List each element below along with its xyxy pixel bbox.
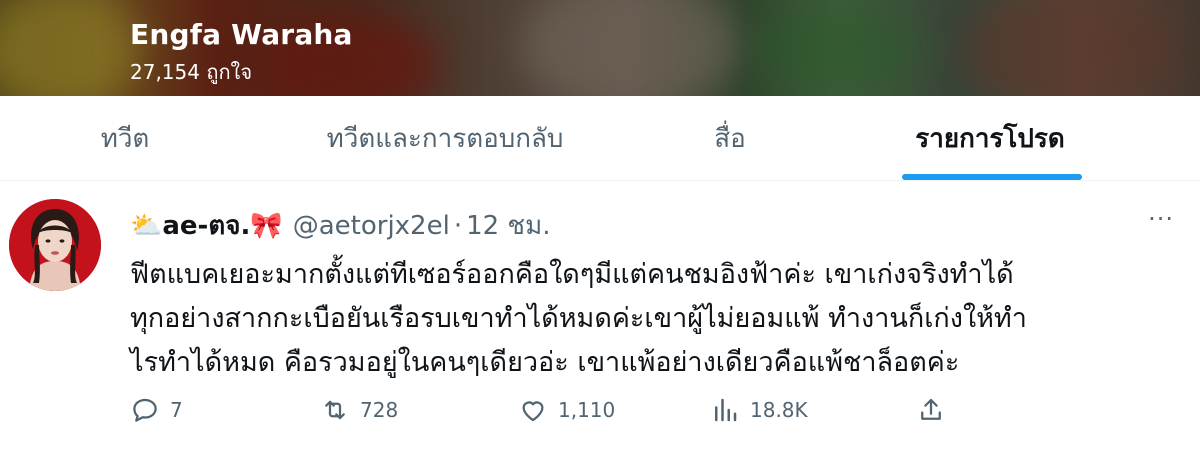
tweet-author-line: ⛅ae-ตจ.🎀 @aetorjx2el · 12 ชม. (130, 205, 550, 246)
like-count: 1,110 (558, 398, 616, 422)
tweet-text-line: ฟีตแบคเยอะมากตั้งแต่ทีเซอร์ออกคือใดๆมีแต… (130, 259, 1014, 290)
share-icon (921, 398, 941, 420)
avatar-image (9, 199, 101, 291)
views-button[interactable]: 18.8K (710, 395, 808, 425)
views-count: 18.8K (750, 398, 808, 422)
tab-tweets-and-replies[interactable]: ทวีตและการตอบกลับ (270, 96, 620, 180)
tab-media[interactable]: สื่อ (650, 96, 810, 180)
reply-count: 7 (170, 398, 183, 422)
retweet-button[interactable]: 728 (320, 395, 398, 425)
tweet-text-line: ไรทำได้หมด คือรวมอยู่ในคนๆเดียวอ่ะ เขาแพ… (130, 347, 960, 378)
tweet-actions: 7 728 1,110 18.8K (130, 395, 1170, 431)
author-display-name[interactable]: ⛅ae-ตจ.🎀 (130, 205, 283, 246)
tab-tweets[interactable]: ทวีต (40, 96, 210, 180)
author-handle[interactable]: @aetorjx2el (293, 211, 450, 241)
active-tab-indicator (902, 174, 1082, 180)
retweet-count: 728 (360, 398, 399, 422)
profile-header-banner: Engfa Waraha 27,154 ถูกใจ (0, 0, 1200, 96)
like-button[interactable]: 1,110 (518, 395, 615, 425)
tweet-timestamp[interactable]: 12 ชม. (466, 205, 550, 246)
profile-tabs: ทวีต ทวีตและการตอบกลับ สื่อ รายการโปรด (0, 96, 1200, 181)
more-options-icon[interactable]: ··· (1148, 205, 1174, 233)
tab-likes[interactable]: รายการโปรด (880, 96, 1100, 180)
share-button[interactable] (916, 395, 956, 425)
avatar[interactable] (9, 199, 101, 291)
tweet-text: ฟีตแบคเยอะมากตั้งแต่ทีเซอร์ออกคือใดๆมีแต… (130, 253, 1170, 385)
heart-icon (522, 401, 544, 422)
views-analytics-icon (715, 398, 737, 422)
profile-name: Engfa Waraha (130, 18, 353, 51)
reply-button[interactable]: 7 (130, 395, 183, 425)
separator-dot: · (453, 210, 463, 241)
tweet-text-line: ทุกอย่างสากกะเบือยันเรือรบเขาทำได้หมดค่ะ… (130, 303, 1027, 334)
tweet-item[interactable]: ⛅ae-ตจ.🎀 @aetorjx2el · 12 ชม. ··· ฟีตแบค… (0, 181, 1200, 453)
profile-likes-count: 27,154 ถูกใจ (130, 60, 253, 84)
retweet-icon (325, 400, 345, 420)
reply-icon (133, 398, 157, 422)
